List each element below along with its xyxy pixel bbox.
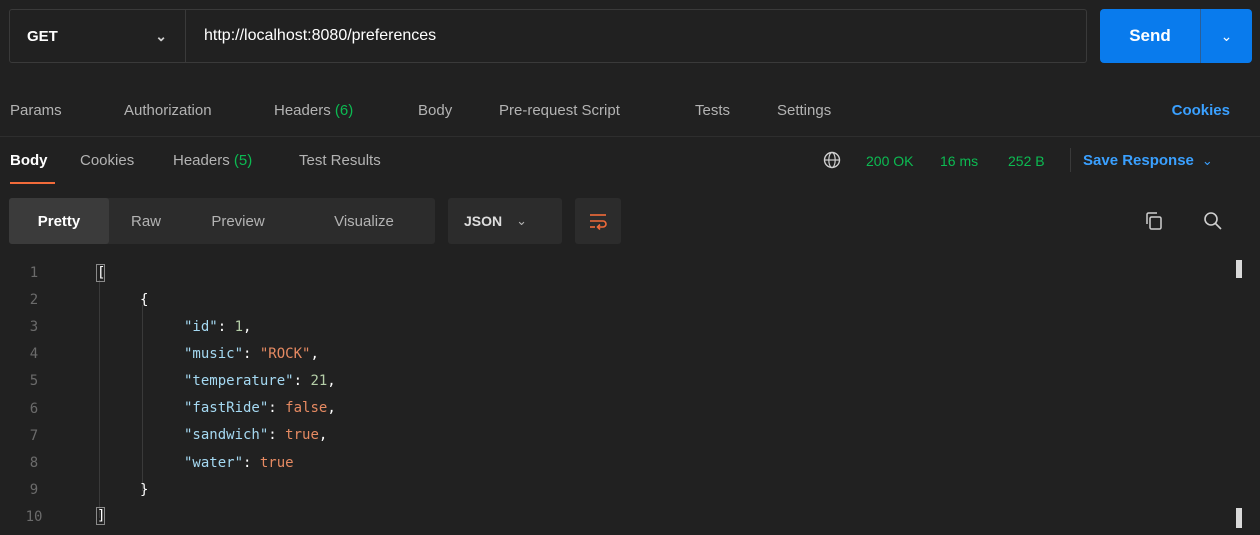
code-line: "id": 1, — [184, 319, 252, 335]
json-key: "fastRide" — [184, 400, 269, 417]
json-value: true — [259, 454, 294, 471]
tab-headers-label: Headers — [274, 102, 331, 119]
method-select[interactable]: GET ⌄ — [10, 10, 186, 62]
line-number: 6 — [29, 400, 39, 417]
response-tab-test-results[interactable]: Test Results — [299, 152, 381, 169]
code-close-bracket: ] — [97, 508, 106, 524]
send-button-group: Send ⌄ — [1100, 9, 1252, 63]
chevron-down-icon: ⌄ — [1201, 153, 1213, 168]
format-select[interactable]: JSON ⌄ — [448, 198, 562, 244]
json-trailing-comma: , — [327, 373, 336, 390]
json-key: "water" — [184, 454, 244, 471]
response-size[interactable]: 252 B — [1008, 153, 1045, 169]
code-line: "water": true — [184, 454, 294, 471]
json-value: 1 — [234, 319, 244, 335]
json-trailing-comma: , — [310, 346, 319, 363]
json-trailing-comma: , — [318, 427, 328, 444]
save-response-label: Save Response — [1083, 152, 1194, 169]
divider — [1070, 148, 1071, 172]
json-key: "temperature" — [184, 373, 294, 390]
json-key: "music" — [184, 346, 244, 363]
code-line: "sandwich": true, — [184, 427, 328, 444]
url-value: http://localhost:8080/preferences — [204, 27, 437, 44]
code-line: "temperature": 21, — [184, 373, 336, 390]
globe-icon[interactable] — [823, 151, 841, 169]
response-tab-body[interactable]: Body — [10, 152, 48, 169]
tab-params[interactable]: Params — [10, 102, 62, 119]
code-line: "fastRide": false, — [184, 400, 336, 417]
line-number: 1 — [29, 265, 39, 281]
chevron-down-icon: ⌄ — [516, 213, 528, 228]
tab-authorization[interactable]: Authorization — [124, 102, 212, 119]
copy-icon[interactable] — [1143, 210, 1165, 232]
active-tab-indicator — [10, 182, 55, 184]
line-number: 9 — [29, 481, 39, 498]
chevron-down-icon: ⌄ — [155, 27, 167, 44]
scrollbar-thumb[interactable] — [1236, 508, 1242, 528]
json-trailing-comma: , — [327, 400, 336, 417]
url-input[interactable]: http://localhost:8080/preferences — [186, 10, 1086, 62]
status-code[interactable]: 200 OK — [866, 153, 913, 169]
search-icon[interactable] — [1202, 210, 1224, 232]
line-number: 10 — [25, 508, 43, 525]
json-key: "sandwich" — [184, 427, 269, 444]
indent-guide — [142, 305, 143, 491]
tab-settings[interactable]: Settings — [777, 102, 831, 119]
view-pretty-button[interactable]: Pretty — [9, 198, 109, 244]
line-number: 5 — [29, 373, 39, 390]
cookies-link[interactable]: Cookies — [1172, 102, 1230, 119]
view-mode-group: Pretty Raw Preview Visualize — [9, 198, 435, 244]
tab-body[interactable]: Body — [418, 102, 452, 119]
code-line: "music": "ROCK", — [184, 346, 319, 363]
response-headers-count-badge: (5) — [233, 152, 253, 169]
request-bar: GET ⌄ http://localhost:8080/preferences — [9, 9, 1087, 63]
code-close-brace: } — [140, 482, 149, 498]
request-tabs: Params Authorization Headers (6) Body Pr… — [0, 88, 1260, 136]
headers-count-badge: (6) — [334, 102, 354, 119]
view-visualize-button[interactable]: Visualize — [293, 198, 435, 244]
format-label: JSON — [464, 213, 503, 229]
response-tab-headers[interactable]: Headers (5) — [173, 152, 252, 169]
tab-headers[interactable]: Headers (6) — [274, 102, 353, 119]
line-number: 8 — [29, 454, 39, 471]
line-number: 3 — [29, 319, 39, 336]
code-open-brace: { — [140, 292, 149, 308]
wrap-lines-icon — [590, 214, 607, 230]
tab-tests[interactable]: Tests — [695, 102, 730, 119]
save-response-button[interactable]: Save Response ⌄ — [1083, 152, 1213, 169]
json-value: 21 — [310, 373, 328, 390]
send-button[interactable]: Send — [1100, 9, 1200, 63]
wrap-lines-button[interactable] — [575, 198, 621, 244]
tab-pre-request-script[interactable]: Pre-request Script — [499, 102, 620, 119]
send-options-button[interactable]: ⌄ — [1200, 9, 1252, 63]
response-time[interactable]: 16 ms — [940, 153, 978, 169]
line-number: 4 — [29, 346, 39, 363]
json-trailing-comma: , — [243, 319, 252, 335]
json-value: false — [285, 400, 328, 417]
code-open-bracket: [ — [97, 265, 106, 281]
json-key: "id" — [184, 319, 218, 335]
view-preview-button[interactable]: Preview — [183, 198, 293, 244]
divider — [0, 136, 1260, 137]
chevron-down-icon: ⌄ — [1220, 27, 1233, 44]
json-value: true — [285, 427, 319, 444]
json-value: "ROCK" — [259, 346, 311, 363]
indent-guide — [99, 280, 100, 518]
scrollbar-thumb[interactable] — [1236, 260, 1242, 278]
line-number: 7 — [29, 427, 39, 444]
response-tab-headers-label: Headers — [173, 152, 230, 169]
view-raw-button[interactable]: Raw — [109, 198, 183, 244]
method-label: GET — [27, 27, 58, 45]
response-tab-cookies[interactable]: Cookies — [80, 152, 134, 169]
line-number: 2 — [29, 292, 39, 309]
response-body-editor[interactable]: 1 2 3 4 5 6 7 8 9 10 [ { "id": 1, "music": "ROCK",… — [0, 258, 1260, 535]
